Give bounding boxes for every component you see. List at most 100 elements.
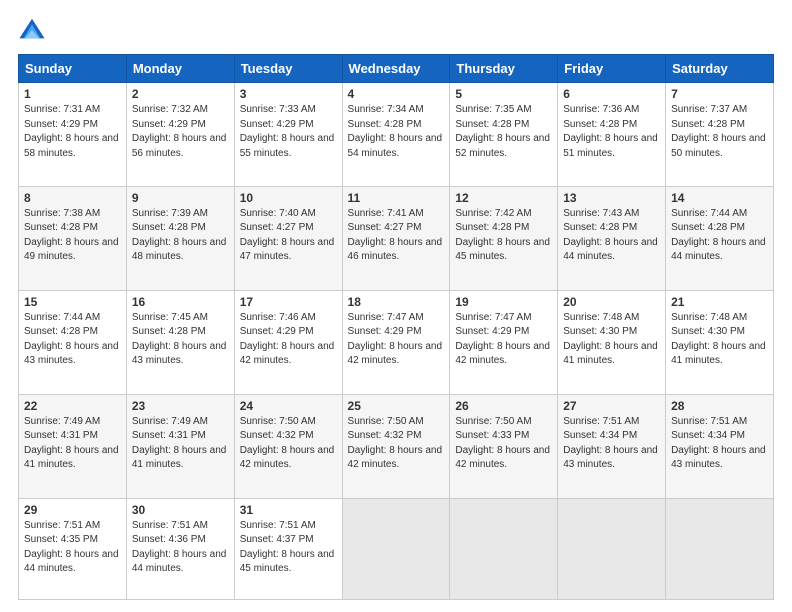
header-thursday: Thursday bbox=[450, 55, 558, 83]
sunset-label: Sunset: 4:28 PM bbox=[563, 222, 637, 233]
day-number: 14 bbox=[671, 191, 768, 205]
day-number: 3 bbox=[240, 87, 337, 101]
day-detail: Sunrise: 7:31 AM Sunset: 4:29 PM Dayligh… bbox=[24, 103, 121, 161]
day-detail: Sunrise: 7:48 AM Sunset: 4:30 PM Dayligh… bbox=[563, 311, 660, 369]
sunrise-label: Sunrise: 7:44 AM bbox=[24, 312, 100, 323]
day-detail: Sunrise: 7:33 AM Sunset: 4:29 PM Dayligh… bbox=[240, 103, 337, 161]
sunset-label: Sunset: 4:37 PM bbox=[240, 534, 314, 545]
calendar-cell: 29 Sunrise: 7:51 AM Sunset: 4:35 PM Dayl… bbox=[19, 498, 127, 600]
sunrise-label: Sunrise: 7:48 AM bbox=[563, 312, 639, 323]
day-number: 13 bbox=[563, 191, 660, 205]
calendar-cell bbox=[558, 498, 666, 600]
daylight-label: Daylight: 8 hours and 42 minutes. bbox=[455, 445, 550, 471]
calendar-cell: 16 Sunrise: 7:45 AM Sunset: 4:28 PM Dayl… bbox=[126, 290, 234, 394]
calendar-cell: 3 Sunrise: 7:33 AM Sunset: 4:29 PM Dayli… bbox=[234, 83, 342, 187]
daylight-label: Daylight: 8 hours and 46 minutes. bbox=[348, 237, 443, 263]
day-number: 25 bbox=[348, 399, 445, 413]
sunrise-label: Sunrise: 7:39 AM bbox=[132, 208, 208, 219]
sunrise-label: Sunrise: 7:45 AM bbox=[132, 312, 208, 323]
sunset-label: Sunset: 4:36 PM bbox=[132, 534, 206, 545]
calendar-cell: 30 Sunrise: 7:51 AM Sunset: 4:36 PM Dayl… bbox=[126, 498, 234, 600]
sunset-label: Sunset: 4:29 PM bbox=[348, 326, 422, 337]
day-number: 11 bbox=[348, 191, 445, 205]
daylight-label: Daylight: 8 hours and 44 minutes. bbox=[24, 549, 119, 575]
calendar-cell bbox=[450, 498, 558, 600]
sunset-label: Sunset: 4:30 PM bbox=[563, 326, 637, 337]
day-number: 18 bbox=[348, 295, 445, 309]
day-number: 26 bbox=[455, 399, 552, 413]
day-detail: Sunrise: 7:36 AM Sunset: 4:28 PM Dayligh… bbox=[563, 103, 660, 161]
sunset-label: Sunset: 4:31 PM bbox=[132, 430, 206, 441]
day-number: 8 bbox=[24, 191, 121, 205]
sunset-label: Sunset: 4:31 PM bbox=[24, 430, 98, 441]
daylight-label: Daylight: 8 hours and 42 minutes. bbox=[455, 341, 550, 367]
day-detail: Sunrise: 7:42 AM Sunset: 4:28 PM Dayligh… bbox=[455, 207, 552, 265]
calendar-week-5: 29 Sunrise: 7:51 AM Sunset: 4:35 PM Dayl… bbox=[19, 498, 774, 600]
sunset-label: Sunset: 4:28 PM bbox=[132, 222, 206, 233]
day-number: 23 bbox=[132, 399, 229, 413]
sunrise-label: Sunrise: 7:51 AM bbox=[132, 520, 208, 531]
sunset-label: Sunset: 4:34 PM bbox=[671, 430, 745, 441]
calendar-cell: 20 Sunrise: 7:48 AM Sunset: 4:30 PM Dayl… bbox=[558, 290, 666, 394]
sunset-label: Sunset: 4:29 PM bbox=[240, 326, 314, 337]
daylight-label: Daylight: 8 hours and 47 minutes. bbox=[240, 237, 335, 263]
daylight-label: Daylight: 8 hours and 41 minutes. bbox=[671, 341, 766, 367]
day-detail: Sunrise: 7:49 AM Sunset: 4:31 PM Dayligh… bbox=[24, 415, 121, 473]
daylight-label: Daylight: 8 hours and 44 minutes. bbox=[671, 237, 766, 263]
sunset-label: Sunset: 4:30 PM bbox=[671, 326, 745, 337]
calendar-week-3: 15 Sunrise: 7:44 AM Sunset: 4:28 PM Dayl… bbox=[19, 290, 774, 394]
sunset-label: Sunset: 4:29 PM bbox=[24, 119, 98, 130]
day-number: 12 bbox=[455, 191, 552, 205]
daylight-label: Daylight: 8 hours and 58 minutes. bbox=[24, 133, 119, 159]
calendar-cell: 14 Sunrise: 7:44 AM Sunset: 4:28 PM Dayl… bbox=[666, 186, 774, 290]
daylight-label: Daylight: 8 hours and 49 minutes. bbox=[24, 237, 119, 263]
daylight-label: Daylight: 8 hours and 48 minutes. bbox=[132, 237, 227, 263]
header-wednesday: Wednesday bbox=[342, 55, 450, 83]
sunset-label: Sunset: 4:28 PM bbox=[24, 222, 98, 233]
day-detail: Sunrise: 7:47 AM Sunset: 4:29 PM Dayligh… bbox=[455, 311, 552, 369]
daylight-label: Daylight: 8 hours and 54 minutes. bbox=[348, 133, 443, 159]
sunrise-label: Sunrise: 7:43 AM bbox=[563, 208, 639, 219]
sunset-label: Sunset: 4:35 PM bbox=[24, 534, 98, 545]
daylight-label: Daylight: 8 hours and 43 minutes. bbox=[563, 445, 658, 471]
day-number: 1 bbox=[24, 87, 121, 101]
calendar-week-4: 22 Sunrise: 7:49 AM Sunset: 4:31 PM Dayl… bbox=[19, 394, 774, 498]
calendar-cell: 6 Sunrise: 7:36 AM Sunset: 4:28 PM Dayli… bbox=[558, 83, 666, 187]
daylight-label: Daylight: 8 hours and 42 minutes. bbox=[348, 341, 443, 367]
sunset-label: Sunset: 4:29 PM bbox=[132, 119, 206, 130]
day-detail: Sunrise: 7:51 AM Sunset: 4:37 PM Dayligh… bbox=[240, 519, 337, 577]
sunset-label: Sunset: 4:27 PM bbox=[348, 222, 422, 233]
calendar-cell: 17 Sunrise: 7:46 AM Sunset: 4:29 PM Dayl… bbox=[234, 290, 342, 394]
daylight-label: Daylight: 8 hours and 52 minutes. bbox=[455, 133, 550, 159]
day-number: 21 bbox=[671, 295, 768, 309]
calendar-cell: 23 Sunrise: 7:49 AM Sunset: 4:31 PM Dayl… bbox=[126, 394, 234, 498]
sunset-label: Sunset: 4:28 PM bbox=[671, 222, 745, 233]
sunset-label: Sunset: 4:32 PM bbox=[348, 430, 422, 441]
sunrise-label: Sunrise: 7:38 AM bbox=[24, 208, 100, 219]
sunrise-label: Sunrise: 7:51 AM bbox=[563, 416, 639, 427]
day-detail: Sunrise: 7:41 AM Sunset: 4:27 PM Dayligh… bbox=[348, 207, 445, 265]
day-detail: Sunrise: 7:51 AM Sunset: 4:36 PM Dayligh… bbox=[132, 519, 229, 577]
daylight-label: Daylight: 8 hours and 45 minutes. bbox=[240, 549, 335, 575]
calendar-cell: 22 Sunrise: 7:49 AM Sunset: 4:31 PM Dayl… bbox=[19, 394, 127, 498]
sunrise-label: Sunrise: 7:50 AM bbox=[240, 416, 316, 427]
daylight-label: Daylight: 8 hours and 50 minutes. bbox=[671, 133, 766, 159]
header-monday: Monday bbox=[126, 55, 234, 83]
daylight-label: Daylight: 8 hours and 45 minutes. bbox=[455, 237, 550, 263]
day-number: 30 bbox=[132, 503, 229, 517]
day-detail: Sunrise: 7:40 AM Sunset: 4:27 PM Dayligh… bbox=[240, 207, 337, 265]
daylight-label: Daylight: 8 hours and 41 minutes. bbox=[563, 341, 658, 367]
header-sunday: Sunday bbox=[19, 55, 127, 83]
calendar-cell: 2 Sunrise: 7:32 AM Sunset: 4:29 PM Dayli… bbox=[126, 83, 234, 187]
sunset-label: Sunset: 4:29 PM bbox=[240, 119, 314, 130]
day-detail: Sunrise: 7:44 AM Sunset: 4:28 PM Dayligh… bbox=[24, 311, 121, 369]
calendar-table: SundayMondayTuesdayWednesdayThursdayFrid… bbox=[18, 54, 774, 600]
calendar-cell: 12 Sunrise: 7:42 AM Sunset: 4:28 PM Dayl… bbox=[450, 186, 558, 290]
sunrise-label: Sunrise: 7:44 AM bbox=[671, 208, 747, 219]
sunrise-label: Sunrise: 7:40 AM bbox=[240, 208, 316, 219]
sunset-label: Sunset: 4:32 PM bbox=[240, 430, 314, 441]
sunset-label: Sunset: 4:33 PM bbox=[455, 430, 529, 441]
calendar-cell: 5 Sunrise: 7:35 AM Sunset: 4:28 PM Dayli… bbox=[450, 83, 558, 187]
day-number: 9 bbox=[132, 191, 229, 205]
calendar-cell: 10 Sunrise: 7:40 AM Sunset: 4:27 PM Dayl… bbox=[234, 186, 342, 290]
